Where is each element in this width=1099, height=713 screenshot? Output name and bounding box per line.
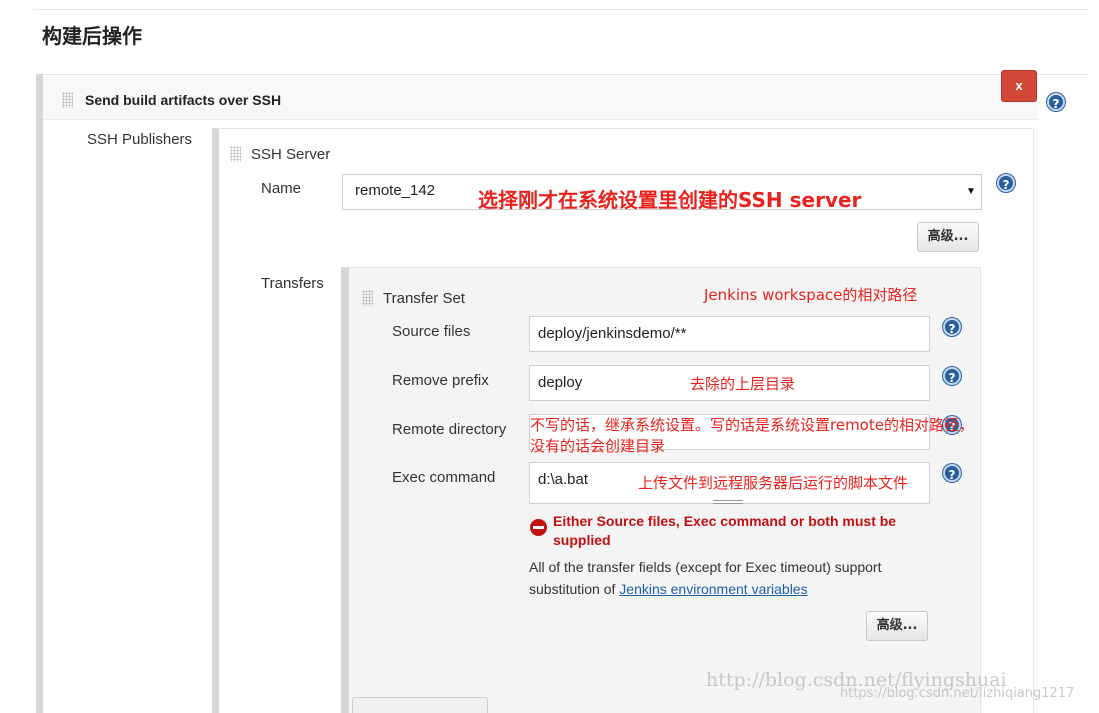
textarea-resize-handle[interactable]: [713, 500, 743, 504]
top-divider: [33, 9, 1088, 10]
server-advanced-button[interactable]: 高级...: [917, 222, 979, 252]
drag-handle-icon[interactable]: [362, 290, 373, 306]
source-files-label: Source files: [392, 323, 471, 340]
exec-command-label: Exec command: [392, 469, 496, 486]
watermark-secondary: https://blog.csdn.net/lizhiqiang1217: [840, 686, 1075, 701]
publisher-title: Send build artifacts over SSH: [85, 92, 282, 108]
delete-publisher-button[interactable]: x: [1001, 70, 1037, 102]
section-title: 构建后操作: [42, 24, 142, 48]
drag-handle-icon[interactable]: [62, 92, 73, 108]
exec-command-annotation: 上传文件到远程服务器后运行的脚本文件: [638, 474, 909, 492]
env-variables-link[interactable]: Jenkins environment variables: [619, 581, 807, 597]
source-files-input[interactable]: deploy/jenkinsdemo/**: [529, 316, 930, 352]
help-icon[interactable]: ?: [943, 318, 961, 336]
help-icon[interactable]: ?: [1047, 93, 1065, 111]
ssh-server-select-value: remote_142: [355, 182, 436, 199]
name-label: Name: [261, 180, 302, 197]
ssh-server-annotation: 选择刚才在系统设置里创建的SSH server: [478, 188, 862, 212]
remove-prefix-label: Remove prefix: [392, 372, 489, 389]
remote-directory-annotation-line1: 不写的话，继承系统设置。写的话是系统设置remote的相对路径，: [530, 416, 974, 434]
error-icon: [530, 519, 547, 536]
help-icon[interactable]: ?: [943, 367, 961, 385]
remote-directory-label: Remote directory: [392, 421, 507, 438]
error-message: Either Source files, Exec command or bot…: [553, 513, 897, 548]
workspace-annotation: Jenkins workspace的相对路径: [704, 286, 918, 304]
drag-handle-icon[interactable]: [230, 146, 241, 162]
remote-directory-annotation-line2: 没有的话会创建目录: [530, 437, 666, 455]
ssh-publishers-label: SSH Publishers: [87, 131, 193, 148]
add-transfer-set-button[interactable]: [352, 697, 488, 713]
chevron-down-icon: ▼: [966, 186, 976, 197]
publisher-left-bar: [36, 74, 43, 713]
transfer-advanced-button[interactable]: 高级...: [866, 611, 928, 641]
ssh-server-label: SSH Server: [251, 146, 331, 163]
transfers-label: Transfers: [261, 275, 324, 292]
transfer-set-label: Transfer Set: [383, 290, 465, 307]
help-icon[interactable]: ?: [943, 464, 961, 482]
remove-prefix-annotation: 去除的上层目录: [690, 375, 796, 393]
substitution-info: All of the transfer fields (except for E…: [529, 556, 949, 600]
help-icon[interactable]: ?: [997, 174, 1015, 192]
